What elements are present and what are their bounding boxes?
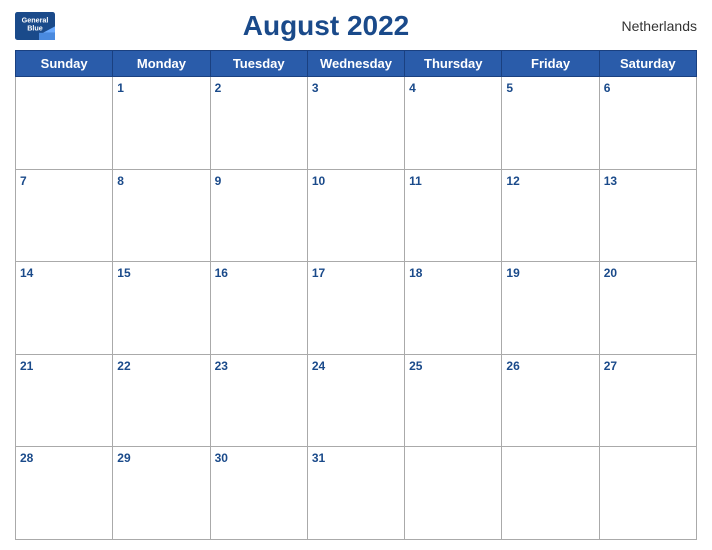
day-cell: 9 (210, 169, 307, 262)
day-cell: 31 (307, 447, 404, 540)
week-row-2: 7 8 9 10 11 12 13 (16, 169, 697, 262)
day-cell: 4 (405, 77, 502, 170)
header-saturday: Saturday (599, 51, 696, 77)
calendar-table: Sunday Monday Tuesday Wednesday Thursday… (15, 50, 697, 540)
day-cell: 20 (599, 262, 696, 355)
day-cell: 22 (113, 354, 210, 447)
day-cell: 10 (307, 169, 404, 262)
logo: General Blue (15, 12, 55, 40)
header-sunday: Sunday (16, 51, 113, 77)
day-cell: 21 (16, 354, 113, 447)
day-cell: 27 (599, 354, 696, 447)
day-cell: 16 (210, 262, 307, 355)
day-empty (405, 447, 502, 540)
day-cell: 23 (210, 354, 307, 447)
day-cell: 6 (599, 77, 696, 170)
week-row-1: 1 2 3 4 5 6 (16, 77, 697, 170)
day-cell: 25 (405, 354, 502, 447)
country-label: Netherlands (597, 18, 697, 34)
day-empty (16, 77, 113, 170)
header-thursday: Thursday (405, 51, 502, 77)
header-wednesday: Wednesday (307, 51, 404, 77)
day-cell: 24 (307, 354, 404, 447)
calendar-header: General Blue August 2022 Netherlands (15, 10, 697, 42)
day-cell: 2 (210, 77, 307, 170)
day-cell: 15 (113, 262, 210, 355)
svg-text:Blue: Blue (27, 23, 43, 32)
day-empty (502, 447, 599, 540)
day-cell: 19 (502, 262, 599, 355)
day-cell: 26 (502, 354, 599, 447)
day-cell: 5 (502, 77, 599, 170)
day-cell: 14 (16, 262, 113, 355)
day-cell: 17 (307, 262, 404, 355)
header-tuesday: Tuesday (210, 51, 307, 77)
day-cell: 11 (405, 169, 502, 262)
calendar-title: August 2022 (55, 10, 597, 42)
header-monday: Monday (113, 51, 210, 77)
week-row-3: 14 15 16 17 18 19 20 (16, 262, 697, 355)
day-cell: 7 (16, 169, 113, 262)
day-cell: 1 (113, 77, 210, 170)
header-friday: Friday (502, 51, 599, 77)
day-cell: 28 (16, 447, 113, 540)
day-empty (599, 447, 696, 540)
day-cell: 12 (502, 169, 599, 262)
logo-icon: General Blue (15, 12, 55, 40)
days-header-row: Sunday Monday Tuesday Wednesday Thursday… (16, 51, 697, 77)
day-cell: 29 (113, 447, 210, 540)
day-cell: 13 (599, 169, 696, 262)
day-cell: 30 (210, 447, 307, 540)
day-cell: 8 (113, 169, 210, 262)
week-row-5: 28 29 30 31 (16, 447, 697, 540)
day-cell: 3 (307, 77, 404, 170)
day-cell: 18 (405, 262, 502, 355)
week-row-4: 21 22 23 24 25 26 27 (16, 354, 697, 447)
